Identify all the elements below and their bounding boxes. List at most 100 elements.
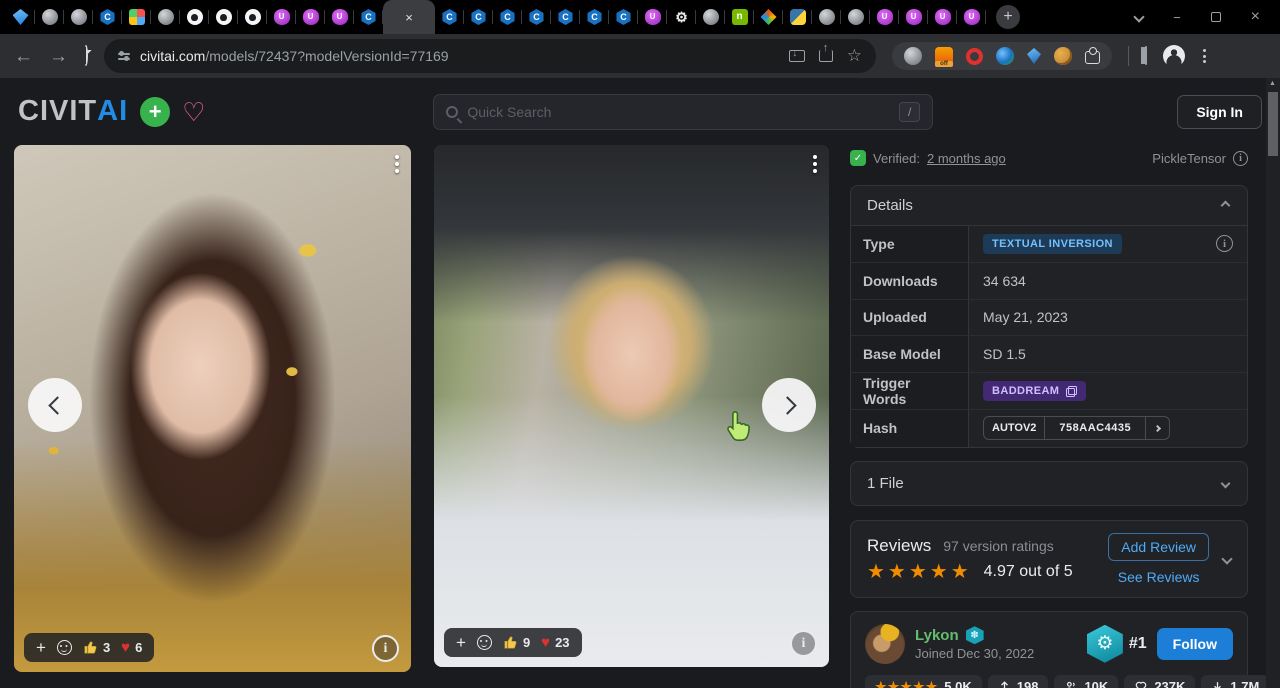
creator-name-link[interactable]: Lykon: [915, 627, 959, 644]
image-info-button[interactable]: i: [372, 635, 399, 662]
scrollbar-thumb[interactable]: [1268, 92, 1278, 156]
creator-rating-stat[interactable]: ★★★★★ 5.0K: [865, 675, 982, 688]
new-tab-button[interactable]: +: [996, 5, 1020, 29]
sign-in-button[interactable]: Sign In: [1177, 95, 1262, 129]
follow-button[interactable]: Follow: [1157, 628, 1233, 660]
creator-avatar[interactable]: [865, 624, 905, 664]
address-bar[interactable]: civitai.com/models/72437?modelVersionId=…: [104, 39, 876, 73]
image-info-button[interactable]: i: [790, 630, 817, 657]
tab-github[interactable]: [180, 0, 209, 34]
tab-civitai[interactable]: C: [354, 0, 383, 34]
image-menu-button[interactable]: [395, 155, 399, 173]
carousel-next-button[interactable]: [762, 378, 816, 432]
cookie-extension-icon[interactable]: [1054, 47, 1072, 65]
tab-civitai[interactable]: C: [580, 0, 609, 34]
tab-civitai[interactable]: C: [435, 0, 464, 34]
like-reaction[interactable]: 9: [503, 635, 530, 650]
reload-button[interactable]: [84, 47, 88, 65]
tab-globe[interactable]: [696, 0, 725, 34]
site-info-icon[interactable]: [118, 53, 130, 60]
browser-menu-button[interactable]: [1201, 47, 1208, 65]
tab-github[interactable]: [209, 0, 238, 34]
tab-ultra[interactable]: U: [899, 0, 928, 34]
tab-ultra[interactable]: U: [325, 0, 354, 34]
install-app-icon[interactable]: [789, 50, 805, 62]
scroll-up-arrow[interactable]: ▲: [1269, 80, 1276, 87]
tab-globe[interactable]: [35, 0, 64, 34]
tab-close-icon[interactable]: ×: [401, 9, 417, 25]
image-menu-button[interactable]: [813, 155, 817, 173]
tab-civitai[interactable]: C: [522, 0, 551, 34]
earth-extension-icon[interactable]: [996, 47, 1014, 65]
tab-python[interactable]: [783, 0, 812, 34]
emoji-icon[interactable]: [477, 635, 492, 650]
side-panel-button[interactable]: [1145, 47, 1147, 65]
tab-globe[interactable]: [812, 0, 841, 34]
hash-pill[interactable]: AUTOV2 758AAC4435: [983, 416, 1170, 440]
heart-reaction[interactable]: ♥ 6: [121, 640, 142, 655]
tab-ultra[interactable]: U: [638, 0, 667, 34]
tab-github[interactable]: [238, 0, 267, 34]
tab-ultra[interactable]: U: [928, 0, 957, 34]
search-input[interactable]: Quick Search /: [433, 94, 933, 130]
trigger-word-badge[interactable]: BADDREAM: [983, 381, 1086, 401]
support-heart-icon[interactable]: ♡: [182, 99, 205, 125]
like-reaction[interactable]: 3: [83, 640, 110, 655]
verified-time-link[interactable]: 2 months ago: [927, 151, 1006, 166]
tab-ultra[interactable]: U: [296, 0, 325, 34]
reviews-chevron-icon[interactable]: [1221, 553, 1232, 564]
tab-globe[interactable]: [151, 0, 180, 34]
add-reaction-button[interactable]: +: [36, 641, 46, 655]
restore-button[interactable]: [1211, 12, 1221, 22]
creator-likes-stat[interactable]: 237K: [1124, 675, 1195, 688]
details-header[interactable]: Details: [851, 186, 1247, 225]
tab-nvidia[interactable]: n: [725, 0, 754, 34]
gem-extension-icon[interactable]: [1027, 48, 1041, 64]
active-tab[interactable]: ×: [383, 0, 435, 34]
emoji-icon[interactable]: [57, 640, 72, 655]
tab-gear[interactable]: ⚙: [667, 0, 696, 34]
tab-civitai[interactable]: C: [551, 0, 580, 34]
carousel-prev-button[interactable]: [28, 378, 82, 432]
type-info-icon[interactable]: i: [1216, 235, 1233, 252]
tab-civitai[interactable]: C: [93, 0, 122, 34]
creator-uploads-stat[interactable]: 198: [988, 675, 1049, 688]
minimize-button[interactable]: −: [1173, 10, 1181, 25]
tab-civitai[interactable]: C: [609, 0, 638, 34]
tab-civitai[interactable]: C: [493, 0, 522, 34]
tab-ultra[interactable]: U: [957, 0, 986, 34]
globe-extension-icon[interactable]: [904, 47, 922, 65]
tab-ultra[interactable]: U: [870, 0, 899, 34]
tab-globe[interactable]: [841, 0, 870, 34]
tab-civitai[interactable]: C: [464, 0, 493, 34]
heart-reaction[interactable]: ♥ 23: [541, 635, 569, 650]
tab-globe[interactable]: [64, 0, 93, 34]
copy-icon[interactable]: [1066, 386, 1077, 397]
hash-next-button[interactable]: [1145, 417, 1169, 439]
tab-ultra[interactable]: U: [267, 0, 296, 34]
opera-extension-icon[interactable]: [966, 48, 983, 65]
bookmark-star-icon[interactable]: ☆: [847, 46, 862, 66]
page-scrollbar[interactable]: ▲: [1266, 78, 1280, 688]
tab-grid[interactable]: [122, 0, 151, 34]
share-icon[interactable]: [819, 50, 833, 62]
tab-gem[interactable]: [6, 0, 35, 34]
add-review-button[interactable]: Add Review: [1108, 533, 1209, 561]
see-reviews-link[interactable]: See Reviews: [1118, 569, 1200, 585]
create-button[interactable]: +: [140, 97, 170, 127]
profile-button[interactable]: [1163, 45, 1185, 67]
tab-search-chevron-icon[interactable]: [1135, 13, 1143, 21]
off-extension-icon[interactable]: off: [935, 47, 953, 65]
format-info-icon[interactable]: i: [1233, 151, 1248, 166]
creator-downloads-stat[interactable]: 1.7M: [1201, 675, 1269, 688]
files-header[interactable]: 1 File: [851, 462, 1247, 505]
url-text[interactable]: civitai.com/models/72437?modelVersionId=…: [140, 48, 449, 64]
back-button[interactable]: ←: [14, 47, 33, 66]
close-button[interactable]: ×: [1251, 8, 1260, 26]
forward-button[interactable]: →: [49, 47, 68, 66]
puzzle-extension-icon[interactable]: [1085, 51, 1100, 64]
tab-diamond[interactable]: [754, 0, 783, 34]
civitai-logo[interactable]: CIVITAI: [18, 95, 128, 128]
type-badge[interactable]: TEXTUAL INVERSION: [983, 234, 1122, 254]
creator-followers-stat[interactable]: 10K: [1054, 675, 1118, 688]
